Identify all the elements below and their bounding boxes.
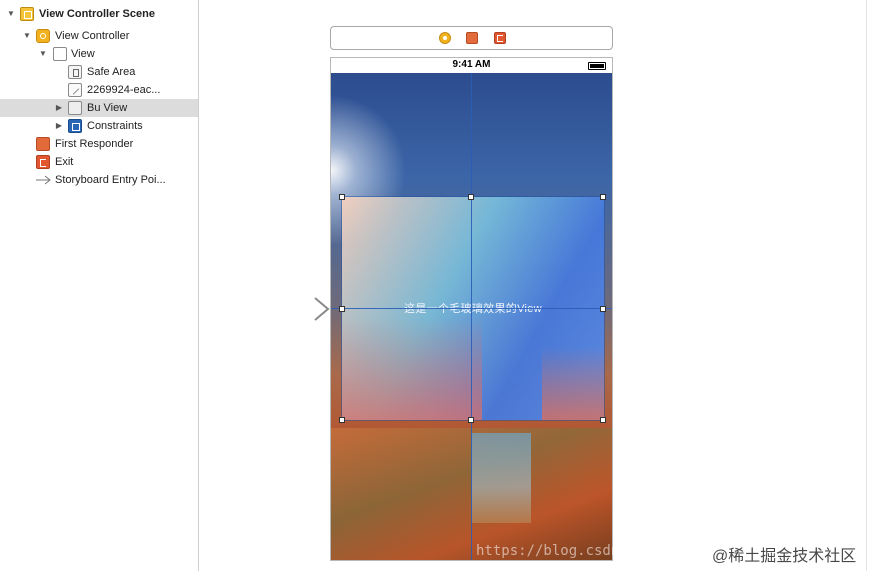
disclosure-collapsed-icon[interactable]: ▶	[54, 117, 64, 135]
resize-handle-top-left[interactable]	[339, 194, 345, 200]
outline-item-view-controller[interactable]: ▼ View Controller	[0, 27, 198, 45]
outline-item-label: First Responder	[55, 138, 134, 150]
canvas-divider	[866, 0, 867, 571]
alignment-guide-horizontal	[331, 308, 612, 309]
view-controller-icon	[36, 29, 50, 43]
battery-icon	[588, 62, 606, 70]
resize-handle-bottom[interactable]	[468, 417, 474, 423]
disclosure-expanded-icon[interactable]: ▼	[6, 5, 16, 23]
view-controller-icon[interactable]	[439, 32, 451, 44]
device-frame[interactable]: 9:41 AM 这是一个毛玻璃效果的View	[330, 57, 613, 561]
outline-item-label: Constraints	[87, 120, 143, 132]
document-outline: ▼ View Controller Scene ▼ View Controlle…	[0, 0, 199, 571]
outline-item-label: View Controller Scene	[39, 8, 155, 20]
outline-item-label: Storyboard Entry Poi...	[55, 174, 166, 186]
storyboard-scene-icon	[20, 7, 34, 21]
status-bar: 9:41 AM	[331, 58, 612, 73]
entry-point-arrow-icon	[35, 173, 51, 187]
constraints-icon	[68, 119, 82, 133]
outline-item-bu-view[interactable]: ▶ Bu View	[0, 99, 198, 117]
resize-handle-bottom-left[interactable]	[339, 417, 345, 423]
disclosure-expanded-icon[interactable]: ▼	[38, 45, 48, 63]
resize-handle-top-right[interactable]	[600, 194, 606, 200]
resize-handle-left[interactable]	[339, 306, 345, 312]
blur-tint	[542, 347, 604, 420]
first-responder-icon	[36, 137, 50, 151]
outline-item-first-responder[interactable]: First Responder	[0, 135, 198, 153]
storyboard-entry-arrow[interactable]	[256, 297, 332, 321]
outline-item-image-view[interactable]: 2269924-eac...	[0, 81, 198, 99]
outline-item-label: View Controller	[55, 30, 130, 42]
outline-item-label: Bu View	[87, 102, 128, 114]
visual-effect-view-icon	[68, 101, 82, 115]
disclosure-collapsed-icon[interactable]: ▶	[54, 99, 64, 117]
alignment-guide-vertical	[471, 73, 472, 560]
canyon-water	[471, 433, 531, 523]
outline-item-storyboard-entry-point[interactable]: Storyboard Entry Poi...	[0, 171, 198, 189]
outline-item-label: View	[71, 48, 95, 60]
exit-icon	[36, 155, 50, 169]
outline-item-label: Safe Area	[87, 66, 136, 78]
resize-handle-bottom-right[interactable]	[600, 417, 606, 423]
safe-area-icon	[68, 65, 82, 79]
status-time: 9:41 AM	[452, 59, 491, 70]
blur-tint	[342, 317, 482, 420]
outline-item-exit[interactable]: Exit	[0, 153, 198, 171]
image-view-icon	[68, 83, 82, 97]
view-icon	[53, 47, 67, 61]
outline-item-constraints[interactable]: ▶ Constraints	[0, 117, 198, 135]
resize-handle-top[interactable]	[468, 194, 474, 200]
resize-handle-right[interactable]	[600, 306, 606, 312]
scene-dock[interactable]	[330, 26, 613, 50]
outline-item-label: 2269924-eac...	[87, 84, 161, 96]
first-responder-icon[interactable]	[466, 32, 478, 44]
watermark-brand: @稀土掘金技术社区	[712, 548, 857, 565]
outline-item-label: Exit	[55, 156, 74, 168]
disclosure-expanded-icon[interactable]: ▼	[22, 27, 32, 45]
outline-item-view-controller-scene[interactable]: ▼ View Controller Scene	[0, 5, 198, 23]
exit-icon[interactable]	[494, 32, 506, 44]
outline-item-safe-area[interactable]: Safe Area	[0, 63, 198, 81]
outline-item-view[interactable]: ▼ View	[0, 45, 198, 63]
